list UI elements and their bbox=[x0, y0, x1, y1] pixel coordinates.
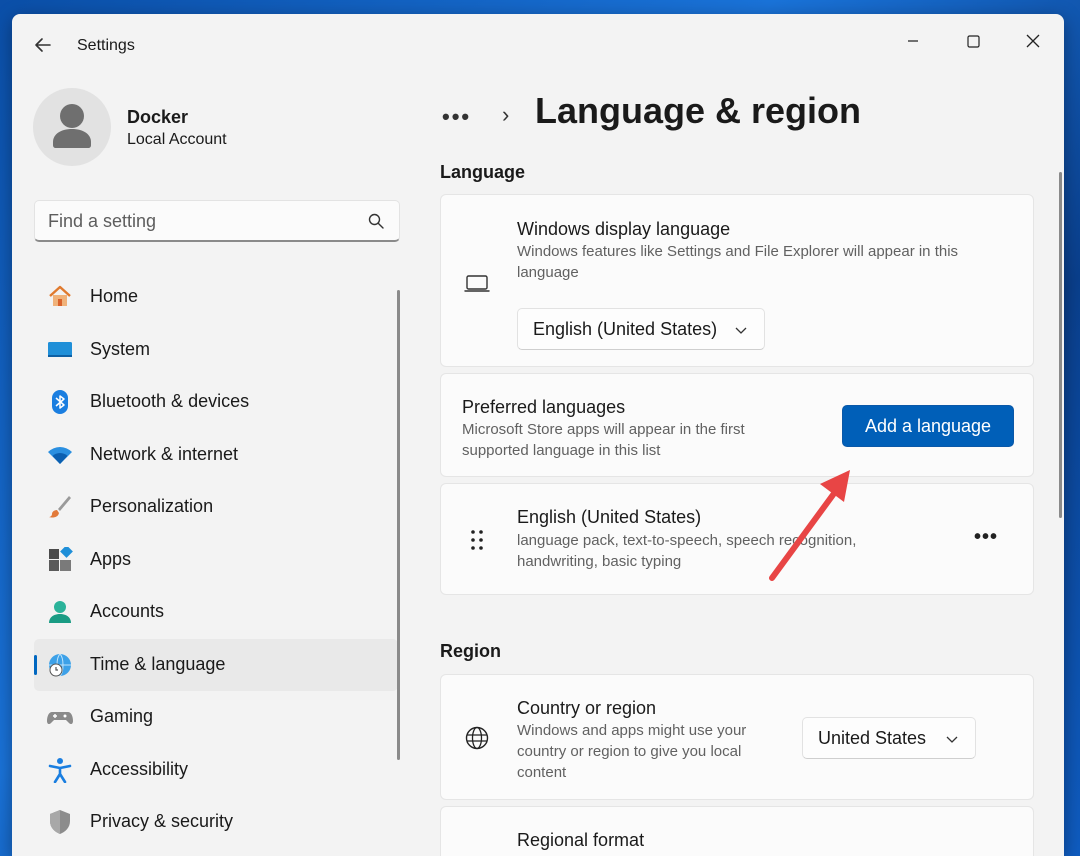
title-bar: Settings bbox=[12, 14, 1064, 78]
brush-icon bbox=[46, 493, 74, 521]
account-type: Local Account bbox=[127, 131, 227, 148]
region-section-title: Region bbox=[440, 641, 501, 661]
breadcrumb-overflow[interactable]: ••• bbox=[442, 104, 471, 130]
sidebar-item-label: System bbox=[90, 338, 151, 359]
sidebar-nav: Home System Bluetooth & devices Network … bbox=[34, 271, 398, 849]
main-scrollbar[interactable] bbox=[1059, 172, 1062, 518]
back-button[interactable] bbox=[32, 34, 54, 56]
sidebar-item-accounts[interactable]: Accounts bbox=[34, 586, 398, 639]
language-list-item[interactable]: English (United States) language pack, t… bbox=[440, 483, 1034, 595]
maximize-button[interactable] bbox=[950, 22, 996, 60]
globe-clock-icon bbox=[46, 651, 74, 679]
country-region-value: United States bbox=[818, 728, 927, 748]
sidebar-item-label: Gaming bbox=[90, 706, 154, 726]
drag-handle-icon[interactable] bbox=[464, 527, 490, 553]
sidebar-scrollbar[interactable] bbox=[397, 290, 400, 760]
country-region-card: Country or region Windows and apps might… bbox=[440, 674, 1034, 800]
sidebar-item-bluetooth[interactable]: Bluetooth & devices bbox=[34, 376, 398, 429]
avatar[interactable] bbox=[33, 88, 111, 166]
sidebar-item-home[interactable]: Home bbox=[34, 271, 398, 324]
country-region-description: Windows and apps might use your country … bbox=[517, 722, 747, 781]
sidebar-item-label: Apps bbox=[90, 548, 132, 569]
more-options-button[interactable]: ••• bbox=[973, 526, 999, 552]
breadcrumb-chevron-icon: › bbox=[502, 102, 510, 127]
globe-icon bbox=[464, 725, 490, 751]
minimize-icon bbox=[908, 40, 918, 42]
preferred-languages-card: Preferred languages Microsoft Store apps… bbox=[440, 373, 1034, 477]
sidebar-item-label: Home bbox=[90, 286, 139, 306]
person-icon bbox=[53, 104, 91, 148]
display-language-card: Windows display language Windows feature… bbox=[440, 194, 1034, 367]
sidebar-item-privacy[interactable]: Privacy & security bbox=[34, 796, 398, 849]
sidebar-item-label: Time & language bbox=[90, 653, 226, 674]
user-name: Docker bbox=[127, 107, 189, 127]
sidebar-item-label: Privacy & security bbox=[90, 811, 234, 831]
monitor-icon bbox=[46, 336, 74, 364]
sidebar-item-system[interactable]: System bbox=[34, 324, 398, 377]
preferred-languages-description: Microsoft Store apps will appear in the … bbox=[462, 421, 745, 459]
bluetooth-icon bbox=[46, 388, 74, 416]
annotation-arrow-icon bbox=[769, 470, 850, 581]
country-region-dropdown[interactable]: United States bbox=[802, 717, 976, 759]
sidebar-item-apps[interactable]: Apps bbox=[34, 534, 398, 587]
installed-language-title: English (United States) bbox=[517, 507, 702, 527]
maximize-icon bbox=[966, 34, 980, 48]
search-input[interactable]: Find a setting bbox=[48, 211, 156, 232]
country-region-title: Country or region bbox=[517, 698, 657, 718]
minimize-button[interactable] bbox=[890, 22, 936, 60]
laptop-icon bbox=[464, 270, 490, 296]
wifi-icon bbox=[46, 441, 74, 469]
search-icon bbox=[368, 213, 384, 229]
display-language-value: English (United States) bbox=[533, 319, 718, 339]
search-box[interactable]: Find a setting bbox=[34, 200, 400, 242]
display-language-description: Windows features like Settings and File … bbox=[517, 243, 959, 281]
sidebar-item-label: Accessibility bbox=[90, 758, 189, 779]
sidebar-item-personalization[interactable]: Personalization bbox=[34, 481, 398, 534]
accessibility-icon bbox=[46, 756, 74, 784]
shield-icon bbox=[46, 808, 74, 836]
display-language-dropdown[interactable]: English (United States) bbox=[517, 308, 765, 350]
display-language-title: Windows display language bbox=[517, 219, 731, 239]
sidebar-item-network[interactable]: Network & internet bbox=[34, 429, 398, 482]
back-arrow-icon bbox=[35, 38, 51, 52]
regional-format-title: Regional format bbox=[517, 830, 645, 850]
settings-window: Settings Docker Local Account Find a set… bbox=[12, 14, 1064, 856]
sidebar-item-label: Network & internet bbox=[90, 443, 239, 464]
chevron-down-icon bbox=[735, 327, 747, 334]
apps-icon bbox=[46, 546, 74, 574]
home-icon bbox=[46, 283, 74, 311]
close-button[interactable] bbox=[1010, 22, 1056, 60]
page-title: Language & region bbox=[535, 90, 862, 131]
chevron-down-icon bbox=[946, 736, 958, 743]
add-language-button[interactable]: Add a language bbox=[842, 405, 1014, 447]
sidebar-item-accessibility[interactable]: Accessibility bbox=[34, 744, 398, 797]
account-icon bbox=[46, 598, 74, 626]
sidebar-item-gaming[interactable]: Gaming bbox=[34, 691, 398, 744]
gamepad-icon bbox=[46, 703, 74, 731]
app-title: Settings bbox=[77, 37, 135, 54]
language-section-title: Language bbox=[440, 162, 526, 182]
close-icon bbox=[1026, 34, 1040, 48]
preferred-languages-title: Preferred languages bbox=[462, 397, 626, 417]
sidebar-item-label: Accounts bbox=[90, 601, 165, 621]
sidebar-item-label: Personalization bbox=[90, 496, 214, 516]
sidebar-item-time-language[interactable]: Time & language bbox=[34, 638, 398, 691]
sidebar-item-label: Bluetooth & devices bbox=[90, 391, 250, 411]
regional-format-card[interactable]: Regional format bbox=[440, 806, 1034, 856]
